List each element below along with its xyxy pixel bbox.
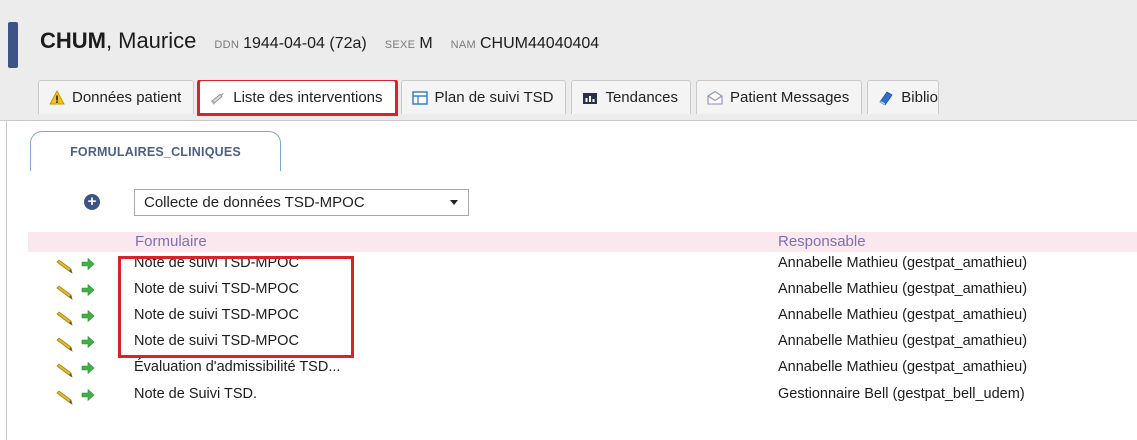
book-icon [878,90,894,106]
header-accent-bar [8,22,18,68]
name-separator: , [106,28,113,53]
form-name[interactable]: Évaluation d'admissibilité TSD... [134,359,340,375]
tab-tendances[interactable]: Tendances [571,80,692,114]
envelope-icon [707,90,723,106]
table-row[interactable]: Note de Suivi TSD. Gestionnaire Bell (ges… [0,384,1137,410]
tab-donnees-patient[interactable]: Données patient [38,80,195,114]
syringe-icon [210,90,226,106]
open-arrow-icon[interactable] [81,257,95,271]
column-header-responsable[interactable]: Responsable [778,233,866,250]
open-arrow-icon[interactable] [81,388,95,402]
tab-label: Biblio [901,89,938,106]
tab-liste-interventions[interactable]: Liste des interventions [197,80,398,116]
tab-patient-messages[interactable]: Patient Messages [696,80,863,114]
tab-label: Plan de suivi TSD [434,89,554,106]
table-row[interactable]: Évaluation d'admissibilité TSD... Annabel… [0,357,1137,383]
tab-label: Données patient [72,89,182,106]
edit-pencil-icon[interactable] [56,336,76,352]
form-name[interactable]: Note de suivi TSD-MPOC [134,281,299,297]
warning-icon [49,89,65,106]
column-header-formulaire[interactable]: Formulaire [135,233,207,250]
tab-label: Liste des interventions [233,89,383,106]
open-arrow-icon[interactable] [81,309,95,323]
sexe-label: SEXE [384,39,416,51]
add-form-button[interactable]: + [84,194,100,210]
responsable-name: Gestionnaire Bell (gestpat_bell_udem) [778,386,1025,402]
chart-icon [582,90,598,106]
panel-top-border [0,120,1137,121]
nam-label: NAM [450,39,476,51]
edit-pencil-icon[interactable] [56,284,76,300]
responsable-name: Annabelle Mathieu (gestpat_amathieu) [778,359,1028,375]
form-name[interactable]: Note de Suivi TSD. [134,386,257,402]
edit-pencil-icon[interactable] [56,310,76,326]
tab-plan-suivi[interactable]: Plan de suivi TSD [400,80,567,114]
form-name[interactable]: Note de suivi TSD-MPOC [134,255,299,271]
open-arrow-icon[interactable] [81,335,95,349]
patient-banner: CHUM , Maurice DDN 1944-04-04 (72a) SEXE… [40,28,599,58]
form-type-select[interactable]: Collecte de données TSD-MPOC [134,189,469,216]
ddn-value: 1944-04-04 (72a) [243,35,367,52]
edit-pencil-icon[interactable] [56,389,76,405]
responsable-name: Annabelle Mathieu (gestpat_amathieu) [778,307,1028,323]
form-type-selected: Collecte de données TSD-MPOC [144,194,365,211]
main-tabs: Données patient Liste des interventions … [38,80,1137,116]
subtab-formulaires-cliniques[interactable]: FORMULAIRES_CLINIQUES [30,131,281,171]
responsable-name: Annabelle Mathieu (gestpat_amathieu) [778,281,1028,297]
plus-icon: + [87,193,97,210]
chevron-down-icon [450,200,458,205]
table-row[interactable]: Note de suivi TSD-MPOC Annabelle Mathieu … [0,331,1137,357]
responsable-name: Annabelle Mathieu (gestpat_amathieu) [778,255,1028,271]
open-arrow-icon[interactable] [81,283,95,297]
table-icon [411,90,428,106]
subtab-label: FORMULAIRES_CLINIQUES [70,144,241,159]
table-row[interactable]: Note de suivi TSD-MPOC Annabelle Mathieu … [0,253,1137,279]
open-arrow-icon[interactable] [81,361,95,375]
responsable-name: Annabelle Mathieu (gestpat_amathieu) [778,333,1028,349]
patient-first-name: Maurice [118,28,197,53]
sexe-value: M [419,35,433,52]
ddn-label: DDN [214,39,240,51]
patient-header: CHUM , Maurice DDN 1944-04-04 (72a) SEXE… [0,0,1137,120]
nam-value: CHUM44040404 [480,35,600,52]
table-row[interactable]: Note de suivi TSD-MPOC Annabelle Mathieu … [0,305,1137,331]
form-name[interactable]: Note de suivi TSD-MPOC [134,307,299,323]
table-row[interactable]: Note de suivi TSD-MPOC Annabelle Mathieu … [0,279,1137,305]
edit-pencil-icon[interactable] [56,258,76,274]
tab-bibliotheque[interactable]: Biblio [867,80,939,114]
tab-label: Tendances [605,89,679,106]
form-name[interactable]: Note de suivi TSD-MPOC [134,333,299,349]
patient-last-name: CHUM [40,28,106,53]
tab-label: Patient Messages [730,89,850,106]
edit-pencil-icon[interactable] [56,362,76,378]
